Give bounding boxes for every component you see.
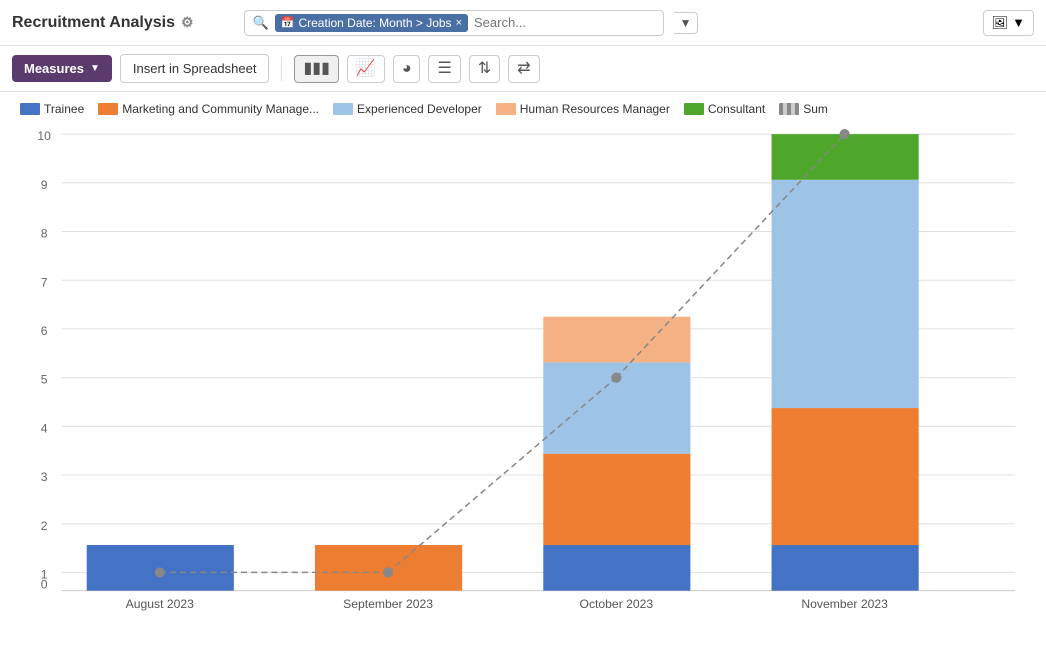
search-bar: 🔍 📅 Creation Date: Month > Jobs × <box>244 10 664 36</box>
bar-oct-trainee <box>543 545 690 591</box>
bar-chart-button[interactable]: ▮▮▮ <box>294 55 338 83</box>
sum-dot-sep <box>383 567 393 577</box>
sort-asc-button[interactable]: ⇅ <box>469 55 500 83</box>
bar-chart-icon: ▮▮▮ <box>303 60 329 77</box>
y-label-0: 0 <box>41 578 48 592</box>
insert-label: Insert in Spreadsheet <box>133 61 257 76</box>
y-label-7: 7 <box>41 275 48 289</box>
measures-arrow-icon: ▼ <box>90 63 100 74</box>
page-title: Recruitment Analysis ⚙ <box>12 14 194 32</box>
y-label-5: 5 <box>41 373 48 387</box>
toolbar: Measures ▼ Insert in Spreadsheet ▮▮▮ 📈 ◕… <box>0 46 1046 92</box>
legend-color-consultant <box>684 103 704 115</box>
legend-color-trainee <box>20 103 40 115</box>
legend-label-trainee: Trainee <box>44 102 84 116</box>
x-label-oct: October 2023 <box>580 597 654 611</box>
legend-label-hr: Human Resources Manager <box>520 102 670 116</box>
legend-item-consultant: Consultant <box>684 102 765 116</box>
toolbar-separator <box>281 57 282 81</box>
search-input[interactable] <box>474 15 655 30</box>
line-chart-button[interactable]: 📈 <box>347 55 385 83</box>
sum-dot-aug <box>155 567 165 577</box>
bar-oct-hr <box>543 317 690 363</box>
y-label-4: 4 <box>41 421 48 435</box>
filter-tag-icon: 📅 <box>281 16 295 29</box>
bar-nov-consultant <box>772 134 919 180</box>
legend-label-expdev: Experienced Developer <box>357 102 482 116</box>
filter-tag[interactable]: 📅 Creation Date: Month > Jobs × <box>275 14 468 32</box>
sum-dot-nov <box>840 129 850 139</box>
legend-label-marketing: Marketing and Community Manage... <box>122 102 319 116</box>
pie-chart-icon: ◕ <box>402 60 412 77</box>
y-label-6: 6 <box>41 324 48 338</box>
search-icon: 🔍 <box>253 15 269 31</box>
sort-desc-icon: ⇄ <box>517 60 530 77</box>
chart-svg-container: 10 9 8 7 6 5 4 3 2 1 0 <box>20 126 1026 613</box>
legend-item-hr: Human Resources Manager <box>496 102 670 116</box>
title-text: Recruitment Analysis <box>12 14 175 32</box>
y-label-2: 2 <box>41 519 48 533</box>
bar-oct-marketing <box>543 454 690 545</box>
sort-desc-button[interactable]: ⇄ <box>508 55 539 83</box>
stacked-chart-icon: ☰ <box>437 60 451 77</box>
screenshot-icon: 🖼 <box>992 15 1009 31</box>
x-label-aug: August 2023 <box>126 597 195 611</box>
x-label-sep: September 2023 <box>343 597 433 611</box>
measures-button[interactable]: Measures ▼ <box>12 55 112 82</box>
sort-asc-icon: ⇅ <box>478 60 491 77</box>
header-right: 🖼 ▼ <box>983 10 1034 36</box>
header: Recruitment Analysis ⚙ 🔍 📅 Creation Date… <box>0 0 1046 46</box>
filter-label: Creation Date: Month > Jobs <box>298 16 451 30</box>
y-label-9: 9 <box>41 178 48 192</box>
legend-color-marketing <box>98 103 118 115</box>
filter-close-icon[interactable]: × <box>456 17 462 29</box>
x-label-nov: November 2023 <box>801 597 888 611</box>
screenshot-button[interactable]: 🖼 ▼ <box>983 10 1034 36</box>
sum-dot-oct <box>611 373 621 383</box>
measures-label: Measures <box>24 61 84 76</box>
line-chart-icon: 📈 <box>356 60 376 77</box>
chart-area: Trainee Marketing and Community Manage..… <box>0 92 1046 654</box>
y-label-10: 10 <box>37 129 51 143</box>
pie-chart-button[interactable]: ◕ <box>393 55 421 83</box>
stacked-chart-button[interactable]: ☰ <box>428 55 460 83</box>
gear-icon[interactable]: ⚙ <box>181 14 194 31</box>
screenshot-arrow: ▼ <box>1012 15 1025 30</box>
y-label-3: 3 <box>41 470 48 484</box>
bar-nov-marketing <box>772 408 919 545</box>
legend-label-consultant: Consultant <box>708 102 765 116</box>
legend-item-trainee: Trainee <box>20 102 84 116</box>
y-label-8: 8 <box>41 227 48 241</box>
legend-item-expdev: Experienced Developer <box>333 102 482 116</box>
search-dropdown-arrow[interactable]: ▼ <box>674 12 699 34</box>
chart-svg: 10 9 8 7 6 5 4 3 2 1 0 <box>20 126 1026 613</box>
legend-item-marketing: Marketing and Community Manage... <box>98 102 319 116</box>
legend-color-sum <box>779 103 799 115</box>
legend-color-hr <box>496 103 516 115</box>
bar-nov-trainee <box>772 545 919 591</box>
legend-item-sum: Sum <box>779 102 828 116</box>
bar-nov-expdev <box>772 180 919 408</box>
insert-spreadsheet-button[interactable]: Insert in Spreadsheet <box>120 54 270 83</box>
chart-legend: Trainee Marketing and Community Manage..… <box>20 102 1026 116</box>
legend-label-sum: Sum <box>803 102 828 116</box>
legend-color-expdev <box>333 103 353 115</box>
